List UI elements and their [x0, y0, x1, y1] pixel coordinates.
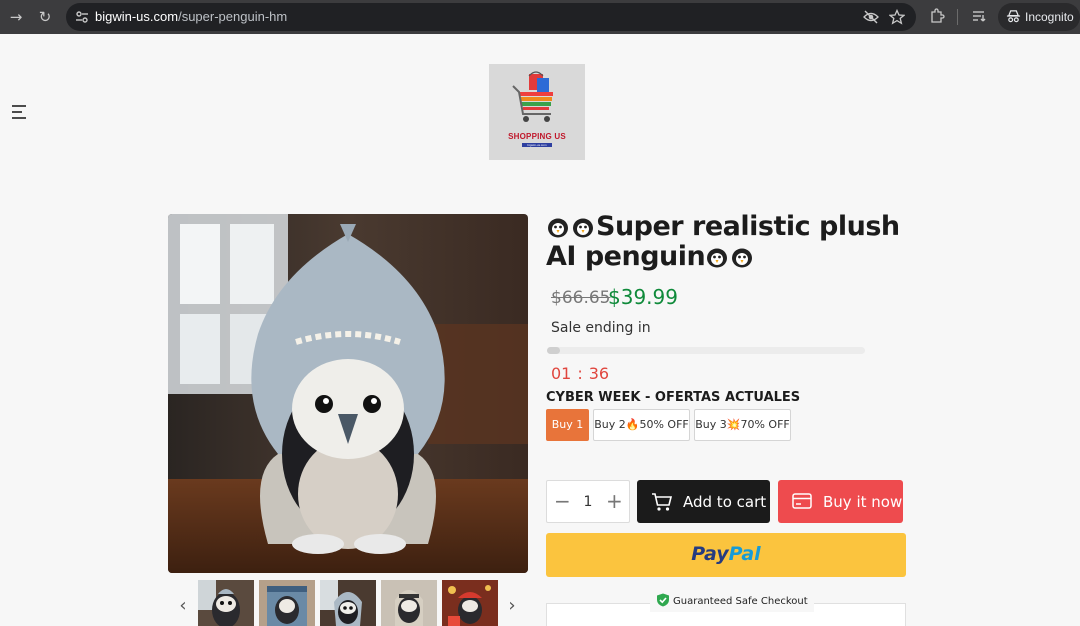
browser-toolbar: → ↻ bigwin-us.com/super-penguin-hm Incog…: [0, 0, 1080, 34]
sale-progress-bar: [547, 347, 865, 354]
timer-minutes: 01: [551, 364, 572, 383]
paypal-logo: PayPal: [691, 543, 761, 565]
price-sale: $39.99: [608, 285, 678, 309]
option-buy-3[interactable]: Buy 3💥70% OFF: [694, 409, 791, 441]
thumb-prev-icon[interactable]: ‹: [176, 596, 190, 616]
credit-card-icon: [792, 493, 812, 509]
incognito-badge[interactable]: Incognito: [998, 3, 1080, 31]
quantity-increase-icon[interactable]: +: [606, 491, 623, 511]
sale-progress-fill: [547, 347, 560, 354]
eye-off-icon[interactable]: [863, 9, 879, 25]
offer-heading: CYBER WEEK - OFERTAS ACTUALES: [546, 390, 801, 405]
buy-now-button[interactable]: Buy it now: [778, 480, 903, 523]
penguin-emoji-icon: [573, 218, 593, 238]
sale-countdown-label: Sale ending in: [551, 320, 651, 336]
extensions-icon[interactable]: [929, 8, 945, 24]
penguin-emoji-icon: [707, 248, 728, 268]
toolbar-divider: [957, 9, 958, 25]
url-text: bigwin-us.com/super-penguin-hm: [95, 9, 288, 24]
paypal-button[interactable]: PayPal: [546, 533, 906, 577]
logo-text: SHOPPING US: [508, 132, 566, 141]
quantity-decrease-icon[interactable]: −: [554, 491, 571, 511]
forward-icon[interactable]: →: [4, 5, 28, 29]
add-to-cart-label: Add to cart: [683, 493, 767, 511]
incognito-icon: [1006, 10, 1021, 23]
countdown-timer: 01:36: [551, 364, 609, 383]
thumb-next-icon[interactable]: ›: [505, 596, 519, 616]
penguin-emoji-icon: [732, 248, 753, 268]
site-settings-icon[interactable]: [74, 9, 90, 25]
thumbnail-1[interactable]: [198, 580, 254, 626]
thumbnail-5[interactable]: [442, 580, 498, 626]
option-buy-2[interactable]: Buy 2🔥50% OFF: [593, 409, 690, 441]
bookmark-star-icon[interactable]: [889, 9, 905, 25]
buy-now-label: Buy it now: [823, 493, 903, 511]
product-title: Super realistic plush AI penguin: [546, 212, 926, 272]
option-buy-1[interactable]: Buy 1: [546, 409, 589, 441]
timer-seconds: 36: [588, 364, 610, 383]
reload-icon[interactable]: ↻: [33, 5, 57, 29]
shopping-cart-logo-icon: [512, 71, 553, 122]
thumbnail-3[interactable]: [320, 580, 376, 626]
product-main-image[interactable]: [168, 214, 528, 573]
incognito-label: Incognito: [1025, 10, 1074, 24]
add-to-cart-button[interactable]: Add to cart: [637, 480, 770, 523]
hamburger-icon[interactable]: [10, 103, 30, 121]
quantity-value[interactable]: 1: [581, 494, 595, 510]
store-logo[interactable]: SHOPPING US bigwin-us.com: [489, 64, 585, 160]
price-original: $66.65: [551, 288, 611, 308]
quantity-stepper[interactable]: − 1 +: [546, 480, 630, 523]
address-bar[interactable]: bigwin-us.com/super-penguin-hm: [66, 3, 916, 31]
shield-check-icon: [657, 593, 669, 607]
cart-icon: [652, 493, 673, 511]
thumbnail-2[interactable]: [259, 580, 315, 626]
reading-list-icon[interactable]: [972, 8, 988, 24]
thumbnail-4[interactable]: [381, 580, 437, 626]
logo-subtext: bigwin-us.com: [522, 143, 552, 147]
penguin-emoji-icon: [548, 218, 568, 238]
timer-separator: :: [577, 364, 583, 383]
safe-checkout-label: Guaranteed Safe Checkout: [650, 592, 814, 612]
